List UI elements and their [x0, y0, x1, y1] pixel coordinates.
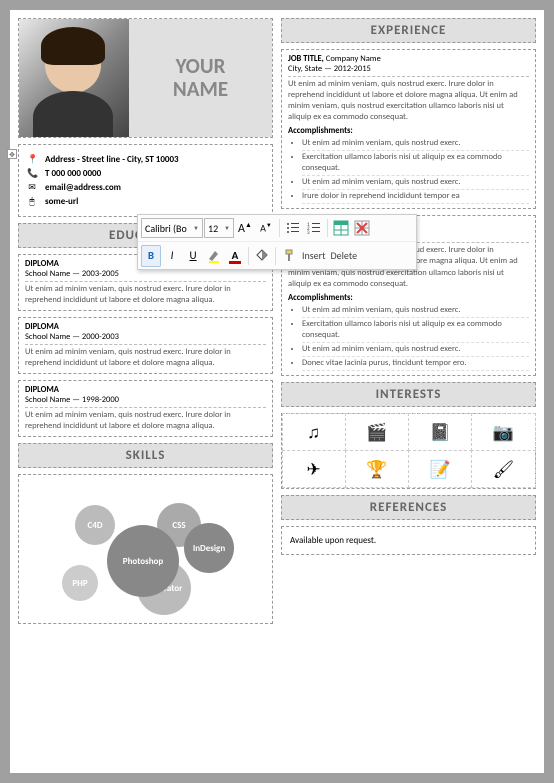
education-item[interactable]: DIPLOMA School Name — 1998-2000 Ut enim … — [18, 380, 273, 437]
references-body[interactable]: Available upon request. — [281, 526, 536, 555]
edu-body: Ut enim ad minim veniam, quis nostrud ex… — [25, 347, 266, 369]
underline-button[interactable]: U — [183, 245, 203, 267]
shrink-font-button[interactable]: A▼ — [256, 217, 276, 239]
chevron-down-icon: ▼ — [224, 224, 230, 232]
interests-header[interactable]: INTERESTS — [281, 382, 536, 407]
table-insert-icon[interactable] — [331, 217, 351, 239]
list-item: Ut enim ad minim veniam, quis nostrud ex… — [302, 137, 529, 151]
diploma-title: DIPLOMA — [25, 322, 266, 332]
list-item: Irure dolor in reprehend incididunt temp… — [302, 190, 529, 204]
phone-icon: 📞 — [27, 168, 37, 179]
accomplishments-list: Ut enim ad minim veniam, quis nostrud ex… — [288, 137, 529, 204]
profile-photo — [19, 19, 129, 137]
music-icon: ♫ — [282, 413, 346, 451]
bold-button[interactable]: B — [141, 245, 161, 267]
name-box[interactable]: YOURNAME — [129, 19, 272, 137]
font-size: 12 — [208, 222, 218, 235]
name-line1: YOUR — [176, 53, 226, 79]
pin-icon: 📍 — [27, 154, 37, 165]
school-line: School Name — 2000-2003 — [25, 332, 266, 345]
skill-bubble: PHP — [62, 565, 98, 601]
grow-font-button[interactable]: A▲ — [235, 217, 255, 239]
skills-diagram[interactable]: C4D CSS Photoshop InDesign PHP Illustrat… — [18, 474, 273, 624]
brush-icon: 🖌 — [471, 450, 535, 488]
list-item: Ut enim ad minim veniam, quis nostrud ex… — [302, 304, 529, 318]
font-selector[interactable]: Calibri (Bo ▼ — [141, 218, 203, 238]
plane-icon: ✈ — [282, 450, 346, 488]
font-name: Calibri (Bo — [145, 222, 187, 235]
shading-button[interactable] — [252, 245, 272, 267]
svg-text:3: 3 — [307, 230, 310, 235]
school-line: School Name — 1998-2000 — [25, 395, 266, 408]
contact-block[interactable]: 📍Address - Street line - City, ST 10003 … — [18, 144, 273, 217]
list-item: Ut enim ad minim veniam, quis nostrud ex… — [302, 343, 529, 357]
mini-toolbar[interactable]: Calibri (Bo ▼ 12 ▼ A▲ A▼ 123 B I U A Inser… — [137, 214, 417, 270]
italic-button[interactable]: I — [162, 245, 182, 267]
url-text: some-url — [45, 196, 78, 207]
experience-item[interactable]: JOB TITLE, Company Name City, State — 20… — [281, 49, 536, 209]
email-text: email@address.com — [45, 182, 121, 193]
list-item: Ut enim ad minim veniam, quis nostrud ex… — [302, 176, 529, 190]
accomplishments-label: Accomplishments: — [288, 126, 529, 136]
mouse-icon: 🖱 — [27, 196, 37, 207]
skill-bubble: Photoshop — [107, 525, 179, 597]
school-line: School Name — 2003-2005 — [25, 269, 266, 282]
font-size-selector[interactable]: 12 ▼ — [204, 218, 234, 238]
insert-label[interactable]: Insert — [302, 249, 326, 262]
interests-grid[interactable]: ♫ 🎬 📓 📷 ✈ 🏆 📝 🖌 — [281, 413, 536, 489]
film-icon: 🎬 — [345, 413, 409, 451]
skill-bubble: InDesign — [184, 523, 234, 573]
education-item[interactable]: DIPLOMA School Name — 2000-2003 Ut enim … — [18, 317, 273, 374]
job-body: Ut enim ad minim veniam, quis nostrud ex… — [288, 79, 529, 123]
list-item: Exercitation ullamco laboris nisi ut ali… — [302, 151, 529, 176]
references-text: Available upon request. — [290, 535, 376, 546]
company-name: Company Name — [324, 54, 381, 64]
job-location: City, State — 2012-2015 — [288, 64, 529, 77]
phone-text: T 000 000 0000 — [45, 168, 101, 179]
references-header[interactable]: REFERENCES — [281, 495, 536, 520]
edu-body: Ut enim ad minim veniam, quis nostrud ex… — [25, 284, 266, 306]
address-text: Address - Street line - City, ST 10003 — [45, 154, 179, 165]
job-title: JOB TITLE, — [288, 54, 324, 64]
book-icon: 📓 — [408, 413, 472, 451]
table-delete-icon[interactable] — [352, 217, 372, 239]
experience-header[interactable]: EXPERIENCE — [281, 18, 536, 43]
chevron-down-icon: ▼ — [193, 224, 199, 232]
skill-bubble: C4D — [75, 505, 115, 545]
format-painter-button[interactable] — [279, 245, 299, 267]
list-item: Exercitation ullamco laboris nisi ut ali… — [302, 318, 529, 343]
camera-icon: 📷 — [471, 413, 535, 451]
mail-icon: ✉ — [27, 182, 37, 193]
diploma-title: DIPLOMA — [25, 385, 266, 395]
accomplishments-list: Ut enim ad minim veniam, quis nostrud ex… — [288, 304, 529, 371]
numbering-button[interactable]: 123 — [304, 217, 324, 239]
name-line2: NAME — [173, 76, 228, 102]
bullets-button[interactable] — [283, 217, 303, 239]
skills-header[interactable]: SKILLS — [18, 443, 273, 468]
accomplishments-label: Accomplishments: — [288, 293, 529, 303]
highlight-button[interactable] — [204, 245, 224, 267]
document-page[interactable]: ✥ YOURNAME 📍 Address - Street line - City… — [10, 10, 544, 773]
edit-icon: 📝 — [408, 450, 472, 488]
list-item: Donec vitae lacinia purus, tincidunt tem… — [302, 357, 529, 371]
delete-label[interactable]: Delete — [331, 249, 358, 262]
font-color-button[interactable]: A — [225, 245, 245, 267]
trophy-icon: 🏆 — [345, 450, 409, 488]
table-move-handle[interactable]: ✥ — [7, 149, 17, 159]
edu-body: Ut enim ad minim veniam, quis nostrud ex… — [25, 410, 266, 432]
header-block[interactable]: YOURNAME — [18, 18, 273, 138]
